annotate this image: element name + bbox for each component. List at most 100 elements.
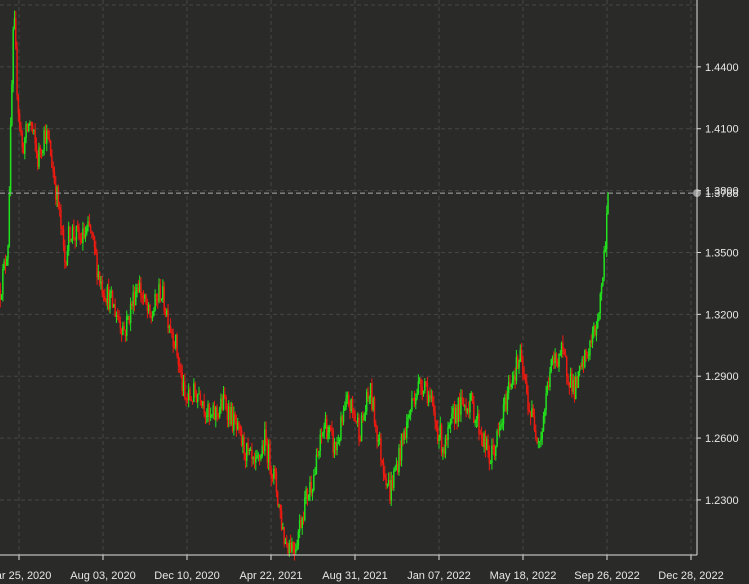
candle-up bbox=[368, 397, 371, 399]
candle-up bbox=[315, 454, 318, 475]
candle-down bbox=[332, 430, 334, 453]
candle-up bbox=[297, 531, 300, 546]
candle-down bbox=[384, 473, 386, 478]
candle-down bbox=[58, 207, 61, 210]
candle-down bbox=[238, 422, 240, 427]
candle-down bbox=[124, 330, 127, 336]
candle-down bbox=[402, 433, 404, 440]
candle-up bbox=[537, 441, 540, 443]
candle-down bbox=[119, 320, 122, 329]
candle-up bbox=[12, 29, 14, 85]
candle-up bbox=[604, 248, 607, 251]
candle-up bbox=[350, 398, 353, 411]
candle-up bbox=[495, 445, 497, 456]
candle-up bbox=[168, 326, 171, 328]
candle-up bbox=[360, 415, 363, 442]
candle-up bbox=[42, 149, 44, 153]
candle-down bbox=[79, 238, 82, 240]
candle-down bbox=[180, 367, 182, 373]
candle-down bbox=[382, 462, 385, 474]
candle-up bbox=[403, 430, 405, 440]
candle-down bbox=[523, 374, 525, 378]
candle-up bbox=[187, 389, 190, 401]
candle-up bbox=[309, 482, 311, 495]
candle-down bbox=[172, 333, 174, 347]
x-tick-label: Aug 03, 2020 bbox=[70, 570, 135, 582]
candle-up bbox=[109, 292, 111, 310]
candle-up bbox=[372, 398, 374, 410]
candle-up bbox=[75, 225, 78, 241]
candle-down bbox=[271, 478, 274, 480]
candle-down bbox=[120, 328, 123, 335]
candle-down bbox=[53, 172, 56, 184]
candle-down bbox=[482, 438, 484, 447]
candle-up bbox=[596, 319, 599, 329]
candle-down bbox=[22, 146, 25, 154]
candle-down bbox=[429, 394, 431, 398]
candle-down bbox=[376, 426, 378, 442]
candle-down bbox=[145, 294, 147, 304]
candle-down bbox=[306, 488, 309, 500]
candle-down bbox=[520, 349, 523, 358]
candle-down bbox=[505, 397, 507, 411]
candle-up bbox=[518, 361, 520, 369]
candle-down bbox=[190, 398, 193, 401]
candle-down bbox=[404, 430, 407, 438]
candle-up bbox=[160, 299, 163, 301]
candle-down bbox=[40, 152, 43, 154]
candle-down bbox=[163, 286, 165, 312]
candle-down bbox=[480, 433, 483, 439]
candle-down bbox=[456, 407, 458, 422]
candle-down bbox=[266, 442, 269, 463]
candle-down bbox=[44, 130, 47, 144]
candle-up bbox=[182, 381, 185, 391]
candle-down bbox=[535, 430, 537, 438]
candle-up bbox=[252, 456, 254, 460]
candle-down bbox=[445, 438, 448, 440]
candle-down bbox=[118, 316, 120, 321]
candles bbox=[0, 10, 609, 561]
candle-up bbox=[338, 439, 341, 443]
candle-up bbox=[196, 394, 199, 403]
candle-up bbox=[599, 293, 602, 314]
candle-up bbox=[288, 542, 291, 554]
candle-up bbox=[340, 416, 342, 440]
candle-down bbox=[102, 293, 105, 296]
candle-up bbox=[438, 438, 440, 442]
x-tick-label: May 18, 2022 bbox=[490, 570, 557, 582]
candle-down bbox=[181, 372, 183, 391]
candle-up bbox=[278, 504, 280, 506]
candle-up bbox=[408, 415, 411, 418]
candle-up bbox=[144, 294, 146, 299]
candle-up bbox=[193, 383, 195, 402]
candle-down bbox=[310, 482, 313, 494]
candle-down bbox=[107, 286, 110, 310]
candle-down bbox=[4, 261, 7, 266]
candle-up bbox=[364, 411, 367, 415]
candle-up bbox=[464, 405, 466, 407]
candle-down bbox=[76, 225, 79, 229]
candle-up bbox=[544, 409, 546, 417]
candle-down bbox=[385, 477, 387, 486]
candle-up bbox=[298, 520, 301, 532]
candle-down bbox=[89, 225, 92, 232]
candle-down bbox=[562, 342, 564, 350]
candle-down bbox=[178, 364, 181, 368]
candle-down bbox=[265, 429, 267, 443]
candle-up bbox=[151, 315, 154, 319]
x-tick-label: Jan 07, 2022 bbox=[407, 570, 471, 582]
candle-up bbox=[13, 18, 16, 30]
candle-down bbox=[96, 253, 98, 278]
candle-down bbox=[36, 152, 39, 167]
candle-up bbox=[400, 433, 403, 461]
candle-down bbox=[177, 356, 180, 365]
candle-down bbox=[582, 359, 585, 368]
candlestick-chart: 1.3788 1.4400 1.4100 1.3800 1.3500 1.3200 1.2… bbox=[0, 0, 739, 582]
x-tick-label: Dec 28, 2022 bbox=[658, 570, 723, 582]
candle-down bbox=[195, 394, 198, 403]
candle-down bbox=[88, 221, 91, 226]
candle-down bbox=[279, 504, 282, 512]
candle-up bbox=[264, 429, 266, 452]
candle-up bbox=[291, 542, 293, 552]
candle-down bbox=[269, 444, 271, 470]
